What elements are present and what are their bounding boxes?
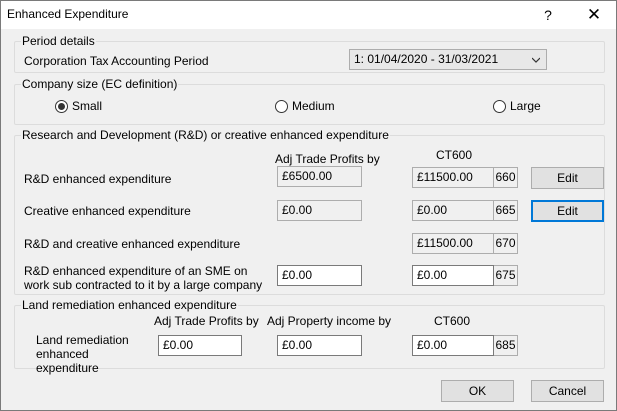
company-size-label: Company size (EC definition): [21, 77, 179, 91]
rd-ct600-header: CT600: [436, 148, 473, 162]
box-670-label: 670: [494, 233, 518, 254]
creative-expenditure-label: Creative enhanced expenditure: [24, 204, 191, 218]
land-ct600-input[interactable]: £0.00: [412, 335, 494, 356]
box-685-label: 685: [494, 335, 518, 356]
enhanced-expenditure-dialog: Enhanced Expenditure ? ✕ Period details …: [0, 0, 617, 411]
box-665-label: 665: [494, 200, 518, 221]
land-ct600-header: CT600: [434, 314, 471, 328]
rd-creative-total-ct600-field: £11500.00: [412, 233, 494, 254]
radio-medium[interactable]: Medium: [275, 99, 335, 113]
rd-group-label: Research and Development (R&D) or creati…: [21, 128, 390, 142]
radio-small[interactable]: Small: [55, 99, 102, 113]
rd-expenditure-label: R&D enhanced expenditure: [24, 172, 172, 186]
creative-adj-field: £0.00: [277, 200, 362, 221]
rd-adj-field: £6500.00: [277, 166, 362, 187]
land-adj-property-input[interactable]: £0.00: [277, 335, 362, 356]
creative-edit-button[interactable]: Edit: [531, 200, 604, 222]
land-adj-property-header: Adj Property income by: [267, 314, 392, 328]
accounting-period-value: 1: 01/04/2020 - 31/03/2021: [354, 52, 499, 66]
rd-edit-button[interactable]: Edit: [531, 167, 604, 189]
radio-large-label: Large: [510, 99, 541, 113]
cancel-button[interactable]: Cancel: [531, 380, 604, 402]
close-button[interactable]: ✕: [571, 1, 617, 29]
sme-ct600-input[interactable]: £0.00: [412, 265, 494, 286]
creative-ct600-field: £0.00: [412, 200, 494, 221]
chevron-down-icon: [532, 57, 540, 63]
rd-adj-header: Adj Trade Profits by: [275, 152, 380, 166]
land-remediation-group-label: Land remediation enhanced expenditure: [21, 298, 238, 312]
sme-adj-input[interactable]: £0.00: [277, 265, 362, 286]
radio-medium-label: Medium: [292, 99, 335, 113]
radio-large[interactable]: Large: [493, 99, 541, 113]
box-660-label: 660: [494, 167, 518, 188]
rd-ct600-field: £11500.00: [412, 167, 494, 188]
rd-creative-total-label: R&D and creative enhanced expenditure: [24, 237, 241, 251]
land-remediation-label: Land remediation enhanced expenditure: [36, 333, 129, 375]
help-button[interactable]: ?: [525, 1, 571, 29]
sme-subcontracted-label: R&D enhanced expenditure of an SME on wo…: [24, 264, 263, 292]
accounting-period-label: Corporation Tax Accounting Period: [24, 54, 209, 68]
radio-small-label: Small: [72, 99, 103, 113]
radio-medium-circle[interactable]: [275, 99, 288, 113]
land-adj-trade-input[interactable]: £0.00: [158, 335, 242, 356]
radio-large-circle[interactable]: [493, 99, 506, 113]
title-bar: Enhanced Expenditure ? ✕: [1, 1, 616, 29]
land-adj-trade-header: Adj Trade Profits by: [154, 314, 259, 328]
ok-button[interactable]: OK: [441, 380, 514, 402]
window-title: Enhanced Expenditure: [7, 7, 129, 21]
box-675-label: 675: [494, 265, 518, 286]
period-details-label: Period details: [21, 34, 96, 48]
accounting-period-select[interactable]: 1: 01/04/2020 - 31/03/2021: [349, 49, 547, 70]
radio-small-circle[interactable]: [55, 99, 68, 113]
